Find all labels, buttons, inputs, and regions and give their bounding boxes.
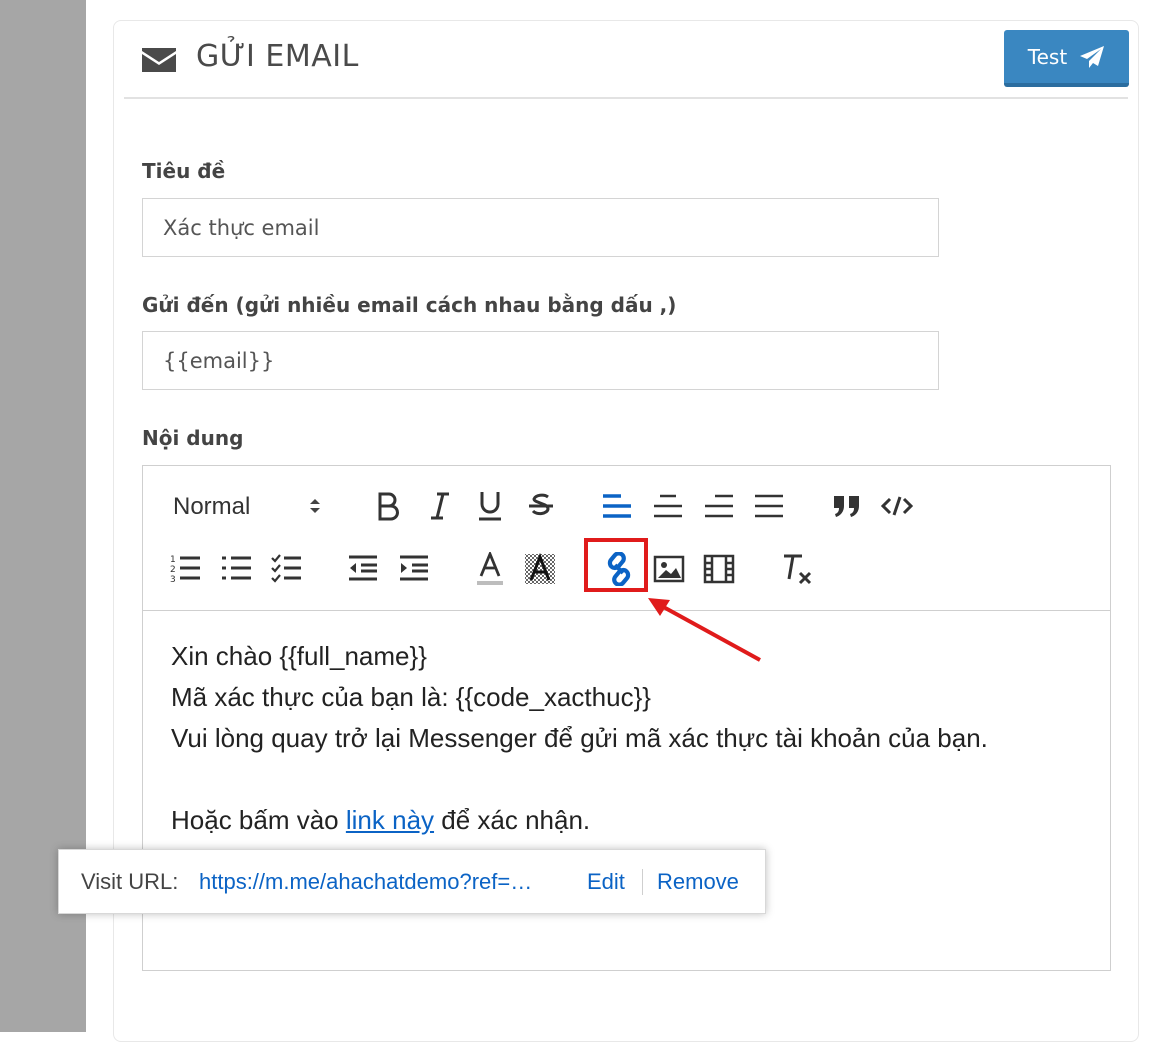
outdent-icon	[349, 555, 377, 581]
bold-icon	[378, 492, 399, 521]
strikethrough-button[interactable]	[524, 486, 558, 526]
outdent-button[interactable]	[346, 549, 380, 587]
background-color-icon	[525, 553, 555, 584]
content-link[interactable]: link này	[346, 805, 434, 835]
content-text: để xác nhận.	[434, 805, 591, 835]
background-color-button[interactable]	[523, 549, 557, 589]
align-center-button[interactable]	[650, 486, 686, 526]
bullet-list-icon	[222, 556, 251, 580]
align-justify-button[interactable]	[751, 486, 787, 526]
svg-text:1: 1	[170, 555, 176, 565]
tooltip-edit-link[interactable]: Edit	[587, 869, 625, 895]
check-list-icon	[271, 554, 301, 583]
tooltip-label: Visit URL:	[81, 868, 179, 894]
content-line: Vui lòng quay trở lại Messenger để gửi m…	[171, 723, 988, 753]
content-line: Mã xác thực của bạn là: {{code_xacthuc}}	[171, 682, 651, 712]
align-justify-icon	[755, 494, 783, 518]
align-center-icon	[654, 494, 682, 518]
subject-input[interactable]	[142, 198, 939, 257]
indent-icon	[400, 555, 428, 581]
link-button-highlight	[584, 538, 648, 592]
subject-label: Tiêu đề	[142, 159, 226, 183]
panel-header: GỬI EMAIL Test	[124, 21, 1129, 99]
empty-line	[171, 759, 988, 800]
recipient-label: Gửi đến (gửi nhiều email cách nhau bằng …	[142, 293, 677, 317]
svg-text:3: 3	[170, 575, 176, 583]
format-select[interactable]: Normal	[173, 488, 333, 526]
italic-icon	[431, 492, 449, 520]
select-arrows-icon	[310, 499, 320, 513]
content-line: Hoặc bấm vào link này để xác nhận.	[171, 800, 988, 841]
image-button[interactable]	[651, 549, 687, 589]
underline-icon	[479, 492, 501, 521]
test-button[interactable]: Test	[1004, 30, 1129, 87]
blockquote-icon	[834, 496, 859, 517]
content-label: Nội dung	[142, 426, 244, 450]
indent-button[interactable]	[397, 549, 431, 587]
tooltip-url-link[interactable]: https://m.me/ahachatdemo?ref=…	[199, 869, 559, 895]
content-text: Hoặc bấm vào	[171, 805, 346, 835]
tooltip-separator	[642, 869, 643, 895]
ordered-list-button[interactable]: 1 2 3	[169, 549, 203, 587]
align-right-button[interactable]	[701, 486, 737, 526]
ordered-list-icon: 1 2 3	[170, 555, 200, 583]
link-tooltip: Visit URL: https://m.me/ahachatdemo?ref=…	[58, 849, 766, 914]
code-block-button[interactable]	[879, 486, 915, 526]
align-right-icon	[705, 494, 733, 518]
underline-button[interactable]	[473, 486, 507, 526]
clear-format-icon	[784, 554, 812, 585]
format-select-value: Normal	[173, 493, 251, 520]
video-button[interactable]	[701, 549, 737, 589]
envelope-icon	[142, 48, 176, 72]
video-icon	[703, 554, 735, 584]
blockquote-button[interactable]	[829, 486, 865, 526]
panel-title: GỬI EMAIL	[196, 39, 359, 74]
text-color-icon	[477, 552, 503, 585]
svg-text:2: 2	[170, 565, 176, 575]
editor-content[interactable]: Xin chào {{full_name}} Mã xác thực của b…	[171, 636, 988, 841]
recipient-input[interactable]	[142, 331, 939, 390]
check-list-button[interactable]	[270, 549, 304, 587]
tooltip-remove-link[interactable]: Remove	[657, 869, 739, 895]
bold-button[interactable]	[371, 486, 405, 526]
bullet-list-button[interactable]	[220, 549, 254, 587]
strikethrough-icon	[529, 493, 553, 516]
align-left-icon	[603, 494, 631, 518]
code-block-icon	[881, 496, 913, 516]
paper-plane-icon	[1080, 45, 1105, 68]
image-icon	[653, 555, 685, 583]
test-button-label: Test	[1027, 44, 1068, 69]
text-color-button[interactable]	[473, 549, 507, 589]
annotation-arrow-icon	[648, 598, 761, 662]
align-left-button[interactable]	[599, 486, 635, 526]
content-line: Xin chào {{full_name}}	[171, 641, 427, 671]
clear-format-button[interactable]	[779, 549, 815, 589]
editor-toolbar: Normal 1 2 3	[143, 466, 1110, 611]
italic-button[interactable]	[423, 486, 457, 526]
